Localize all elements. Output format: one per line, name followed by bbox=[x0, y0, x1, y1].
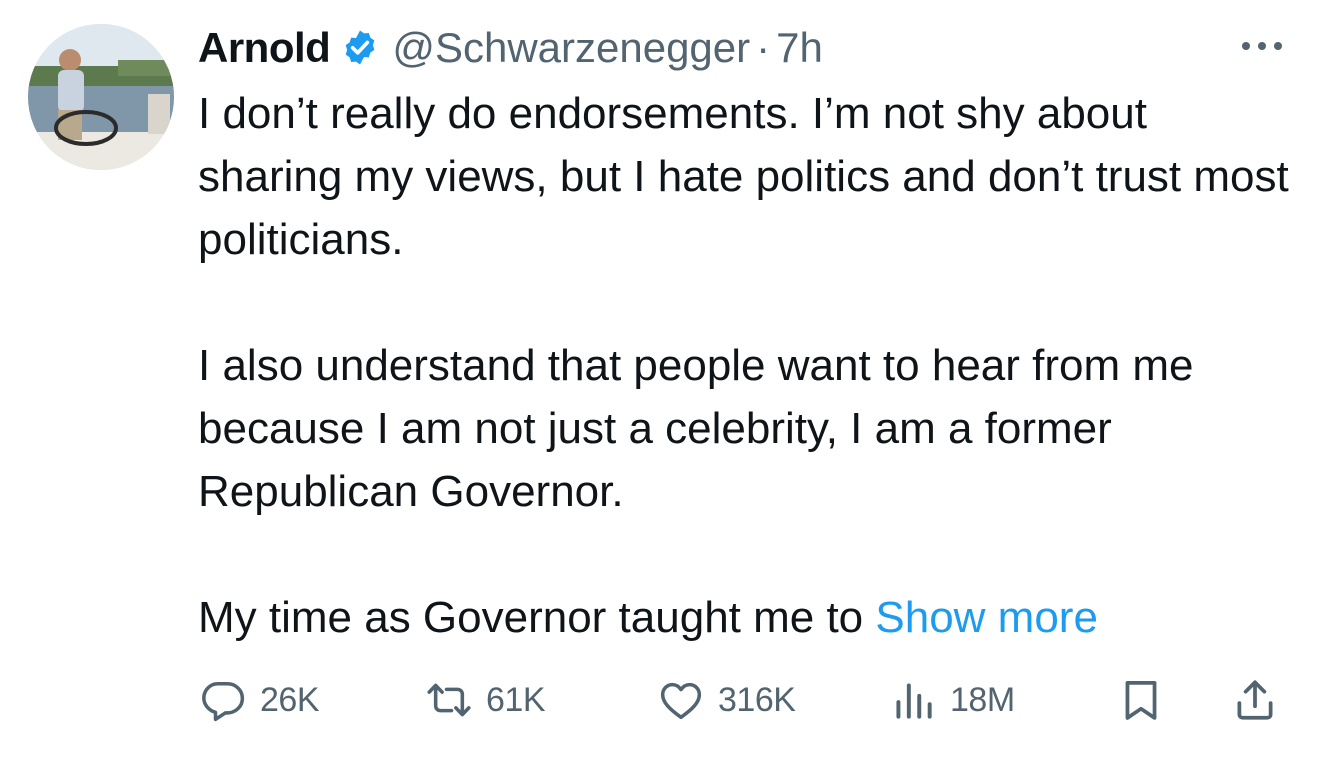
avatar-photo bbox=[28, 24, 174, 170]
avatar[interactable] bbox=[28, 24, 174, 170]
share-icon bbox=[1237, 680, 1273, 720]
tweet-paragraph: I also understand that people want to he… bbox=[198, 341, 1194, 516]
bookmark-icon bbox=[1125, 681, 1157, 720]
analytics-icon bbox=[896, 683, 932, 719]
reply-count: 26K bbox=[260, 680, 320, 719]
views-count: 18M bbox=[950, 680, 1015, 719]
reply-icon bbox=[202, 681, 245, 722]
tweet-timestamp[interactable]: 7h bbox=[776, 24, 823, 72]
header-separator: · bbox=[756, 24, 771, 71]
verified-badge-icon bbox=[340, 28, 380, 68]
like-count: 316K bbox=[718, 680, 796, 719]
tweet-header: Arnold @Schwarzenegger · 7h bbox=[198, 18, 823, 78]
show-more-link[interactable]: Show more bbox=[875, 593, 1098, 642]
truncated-text: My time as Governor taught me to bbox=[198, 593, 876, 642]
tweet-paragraph-truncated: My time as Governor taught me to Show mo… bbox=[198, 586, 1298, 649]
heart-icon bbox=[660, 682, 702, 720]
retweet-button[interactable]: 61K bbox=[424, 670, 546, 730]
more-horizontal-icon[interactable] bbox=[1238, 34, 1286, 58]
author-handle[interactable]: @Schwarzenegger bbox=[392, 24, 750, 72]
tweet-paragraph: I don’t really do endorsements. I’m not … bbox=[198, 89, 1289, 264]
tweet-actions: 26K 61K 316K 18M bbox=[198, 670, 1288, 730]
reply-button[interactable]: 26K bbox=[198, 670, 320, 730]
retweet-icon bbox=[427, 683, 471, 717]
tweet[interactable]: Arnold @Schwarzenegger · 7h I don’t real… bbox=[0, 0, 1320, 779]
share-button[interactable] bbox=[1230, 670, 1280, 730]
like-button[interactable]: 316K bbox=[656, 670, 796, 730]
views-button[interactable]: 18M bbox=[888, 670, 1015, 730]
bookmark-button[interactable] bbox=[1116, 670, 1166, 730]
tweet-text: I don’t really do endorsements. I’m not … bbox=[198, 82, 1298, 649]
author-name[interactable]: Arnold bbox=[198, 24, 331, 72]
retweet-count: 61K bbox=[486, 680, 546, 719]
